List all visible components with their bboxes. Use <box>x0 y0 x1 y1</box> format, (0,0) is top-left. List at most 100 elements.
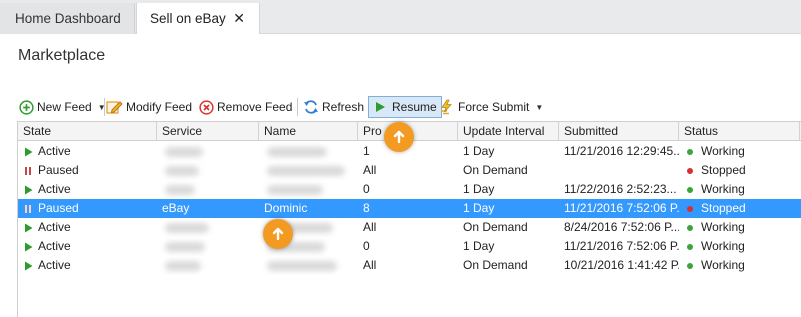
status-cell: Working <box>679 237 800 256</box>
pause-icon <box>25 167 31 175</box>
refresh-label: Refresh <box>322 100 365 114</box>
force-submit-label: Force Submit <box>458 100 530 114</box>
tab-sell-on-ebay[interactable]: Sell on eBay ✕ <box>136 3 260 34</box>
column-header-service[interactable]: Service <box>157 122 259 141</box>
dropdown-arrow-icon[interactable]: ▼ <box>535 103 543 112</box>
pencil-icon <box>106 101 123 114</box>
service-cell <box>157 180 259 199</box>
interval-cell: On Demand <box>463 258 528 272</box>
state-cell: Active <box>18 256 157 275</box>
column-header-submitted[interactable]: Submitted <box>559 122 679 141</box>
status-cell: Working <box>679 256 800 275</box>
interval-cell: 1 Day <box>463 239 495 253</box>
x-circle-icon <box>199 99 214 115</box>
table-row[interactable]: Active 0 1 Day 11/22/2016 2:52:23... Working <box>18 180 801 199</box>
page-title: Marketplace <box>18 47 106 64</box>
submitted-cell: 11/22/2016 2:52:23... <box>564 182 677 196</box>
state-label: Active <box>38 182 71 196</box>
resume-button[interactable]: Resume <box>368 96 442 118</box>
products-cell: All <box>363 258 377 272</box>
state-label: Active <box>38 258 71 272</box>
interval-cell: 1 Day <box>463 182 495 196</box>
products-cell: 8 <box>363 201 370 215</box>
submitted-cell: 11/21/2016 7:52:06 P... <box>564 239 679 253</box>
redacted-text <box>267 185 323 195</box>
refresh-icon <box>304 100 318 114</box>
feeds-grid: State Service Name Pro Update Interval S… <box>17 121 801 317</box>
name-cell <box>259 161 358 180</box>
tab-home-dashboard-label: Home Dashboard <box>15 11 121 26</box>
redacted-text <box>267 261 337 271</box>
status-label: Stopped <box>701 201 746 215</box>
table-row[interactable]: Active All On Demand 10/21/2016 1:41:42 P..… <box>18 256 801 275</box>
interval-cell: 1 Day <box>463 201 495 215</box>
column-header-status[interactable]: Status <box>679 122 800 141</box>
resume-label: Resume <box>392 100 437 114</box>
status-label: Working <box>701 258 745 272</box>
refresh-button[interactable]: Refresh <box>303 96 364 118</box>
remove-feed-button[interactable]: Remove Feed <box>199 96 292 118</box>
tab-sell-on-ebay-label: Sell on eBay <box>150 11 226 26</box>
callout-badge <box>263 219 293 249</box>
service-cell <box>157 237 259 256</box>
state-cell: Active <box>18 237 157 256</box>
new-feed-button[interactable]: New Feed ▼ <box>19 96 106 118</box>
state-cell: Paused <box>18 161 157 180</box>
callout-badge <box>384 122 414 152</box>
tab-home-dashboard[interactable]: Home Dashboard <box>0 3 135 34</box>
column-header-state[interactable]: State <box>18 122 157 141</box>
state-cell: Paused <box>18 199 157 218</box>
redacted-text <box>165 185 195 195</box>
table-row[interactable]: Paused All On Demand Stopped <box>18 161 801 180</box>
play-icon <box>376 102 385 112</box>
status-cell: Working <box>679 218 800 237</box>
modify-feed-button[interactable]: Modify Feed <box>106 96 192 118</box>
table-row[interactable]: Active All On Demand 8/24/2016 7:52:06 P...… <box>18 218 801 237</box>
state-cell: Active <box>18 142 157 161</box>
state-label: Paused <box>38 201 79 215</box>
state-label: Paused <box>38 163 79 177</box>
toolbar-divider <box>297 98 298 116</box>
name-cell <box>259 180 358 199</box>
status-dot-red-icon <box>687 206 693 212</box>
column-header-update-interval[interactable]: Update Interval <box>458 122 559 141</box>
products-cell: 0 <box>363 182 370 196</box>
close-icon[interactable]: ✕ <box>233 11 245 25</box>
play-icon <box>25 261 33 271</box>
submitted-cell: 11/21/2016 12:29:45... <box>564 144 679 158</box>
status-dot-green-icon <box>687 263 693 269</box>
state-cell: Active <box>18 218 157 237</box>
redacted-text <box>165 166 199 176</box>
toolbar-divider <box>104 98 105 116</box>
name-cell: Dominic <box>264 201 308 215</box>
remove-feed-label: Remove Feed <box>217 100 293 114</box>
service-cell <box>157 142 259 161</box>
products-cell: 0 <box>363 239 370 253</box>
status-dot-red-icon <box>687 168 693 174</box>
state-label: Active <box>38 220 71 234</box>
force-submit-button[interactable]: Force Submit ▼ <box>438 96 543 118</box>
play-icon <box>25 242 33 252</box>
service-cell <box>157 218 259 237</box>
status-cell: Stopped <box>679 199 800 218</box>
status-cell: Working <box>679 142 800 161</box>
column-header-name[interactable]: Name <box>259 122 358 141</box>
status-cell: Working <box>679 180 800 199</box>
state-label: Active <box>38 144 71 158</box>
products-cell: All <box>363 163 377 177</box>
status-label: Working <box>701 220 745 234</box>
arrow-up-icon <box>272 227 284 241</box>
submitted-cell: 11/21/2016 7:52:06 P... <box>564 201 679 215</box>
service-cell <box>157 161 259 180</box>
name-cell <box>259 256 358 275</box>
play-icon <box>25 147 33 157</box>
status-label: Working <box>701 182 745 196</box>
status-dot-green-icon <box>687 225 693 231</box>
table-row[interactable]: Paused eBay Dominic 8 1 Day 11/21/2016 7:52:0… <box>18 199 801 218</box>
interval-cell: 1 Day <box>463 144 495 158</box>
status-cell: Stopped <box>679 161 800 180</box>
submitted-cell <box>559 161 679 180</box>
table-row[interactable]: Active 0 1 Day 11/21/2016 7:52:06 P... Worki… <box>18 237 801 256</box>
plus-circle-icon <box>19 99 34 115</box>
interval-cell: On Demand <box>463 220 528 234</box>
